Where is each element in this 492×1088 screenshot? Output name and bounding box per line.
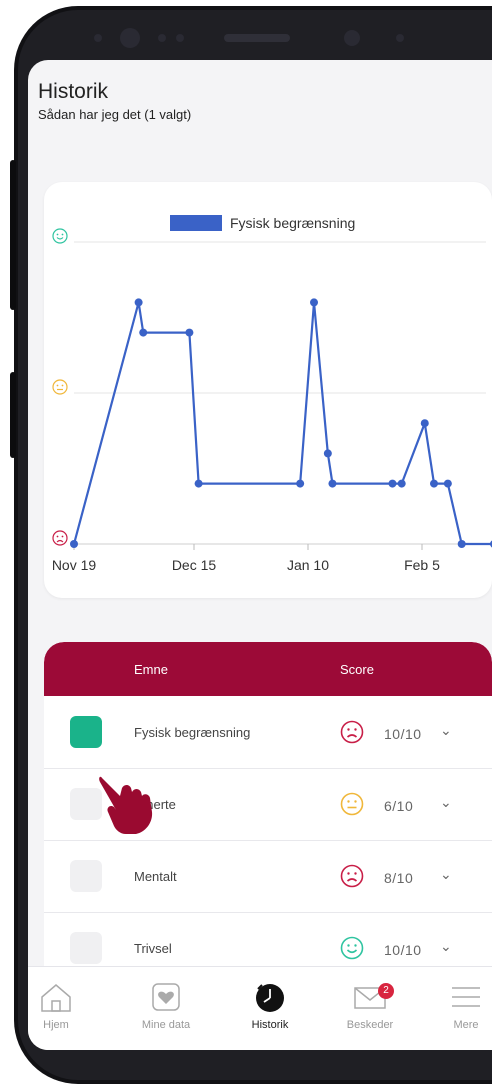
- sensor-dot: [396, 34, 404, 42]
- tab-beskeder[interactable]: 2 Beskeder: [330, 977, 410, 1031]
- score-value: 10/10: [384, 942, 422, 958]
- data-point: [134, 298, 143, 307]
- sad-face-icon: [340, 864, 364, 888]
- happy-face-icon: [52, 228, 68, 244]
- chevron-down-icon[interactable]: ⌄: [440, 794, 452, 811]
- table-row[interactable]: Mentalt 8/10 ⌄: [44, 840, 492, 913]
- tab-home[interactable]: Hjem: [28, 977, 96, 1031]
- data-point: [328, 479, 337, 488]
- data-point: [420, 419, 429, 428]
- unread-badge: 2: [378, 983, 394, 999]
- neutral-face-icon: [340, 792, 364, 816]
- x-tick-label: Nov 19: [52, 557, 97, 573]
- menu-icon: [452, 987, 480, 1007]
- chevron-down-icon[interactable]: ⌄: [440, 866, 452, 883]
- tab-label: Mere: [453, 1019, 479, 1031]
- power-button: [10, 372, 16, 458]
- page-subtitle: Sådan har jeg det (1 valgt): [38, 107, 192, 122]
- tap-gesture-hand-icon: [99, 776, 153, 834]
- sensor-dot: [176, 34, 184, 42]
- data-point: [185, 328, 194, 337]
- tab-label: Historik: [251, 1019, 289, 1031]
- tab-label: Beskeder: [346, 1019, 394, 1031]
- topic-label: Fysisk begrænsning: [134, 725, 251, 740]
- heart-icon: [152, 983, 180, 1011]
- data-point: [70, 540, 78, 548]
- data-point: [397, 479, 406, 488]
- score-value: 8/10: [384, 870, 414, 886]
- topic-label: Mentalt: [134, 869, 177, 884]
- data-point: [323, 449, 332, 458]
- happy-face-icon: [340, 936, 364, 960]
- tab-historik[interactable]: Historik: [230, 977, 310, 1031]
- chevron-down-icon[interactable]: ⌄: [440, 938, 452, 955]
- bottom-tab-bar: Hjem Mine data Historik 2 Beskeder Mere: [28, 966, 492, 1050]
- page-title: Historik: [38, 80, 109, 103]
- sad-face-icon: [340, 720, 364, 744]
- table-header: Emne Score: [44, 642, 492, 696]
- score-value: 6/10: [384, 798, 414, 814]
- data-point: [310, 298, 318, 307]
- line-chart: Nov 19 Dec 15 Jan 10 Feb 5: [52, 228, 492, 573]
- score-value: 10/10: [384, 726, 422, 742]
- topic-label: Trivsel: [134, 941, 172, 956]
- tab-mine-data[interactable]: Mine data: [126, 977, 206, 1031]
- table-row[interactable]: Fysisk begrænsning 10/10 ⌄: [44, 696, 492, 769]
- sad-face-icon: [52, 530, 68, 546]
- clock-icon: [256, 984, 284, 1012]
- column-header-score: Score: [340, 662, 374, 677]
- data-point: [430, 479, 438, 488]
- volume-button: [10, 160, 16, 310]
- tab-label: Hjem: [43, 1019, 69, 1031]
- data-point: [388, 479, 397, 488]
- neutral-face-icon: [52, 379, 68, 395]
- sensor-dot: [158, 34, 166, 42]
- home-icon: [41, 984, 71, 1012]
- app-screen: Historik Sådan har jeg det (1 valgt) Fys…: [28, 60, 492, 1050]
- data-point: [139, 328, 148, 337]
- series-line: [72, 301, 492, 546]
- front-camera: [120, 28, 140, 48]
- chevron-down-icon[interactable]: ⌄: [440, 722, 452, 739]
- topic-checkbox[interactable]: [70, 860, 102, 892]
- data-point: [457, 540, 466, 548]
- data-point: [296, 479, 305, 488]
- topic-checkbox[interactable]: [70, 932, 102, 964]
- x-tick-label: Jan 10: [287, 557, 329, 573]
- iris-scanner: [344, 30, 360, 46]
- tab-mere[interactable]: Mere: [426, 977, 492, 1031]
- data-point: [194, 479, 203, 488]
- column-header-topic: Emne: [134, 662, 168, 677]
- sensor-dot: [94, 34, 102, 42]
- speaker-grille: [224, 34, 290, 42]
- x-tick-label: Feb 5: [404, 557, 440, 573]
- tab-label: Mine data: [141, 1019, 191, 1031]
- data-point: [443, 479, 452, 488]
- chart-card: Fysisk begrænsning Nov 19 Dec 15 Jan 10 Feb…: [44, 182, 492, 598]
- topic-checkbox[interactable]: [70, 716, 102, 748]
- x-tick-label: Dec 15: [172, 557, 217, 573]
